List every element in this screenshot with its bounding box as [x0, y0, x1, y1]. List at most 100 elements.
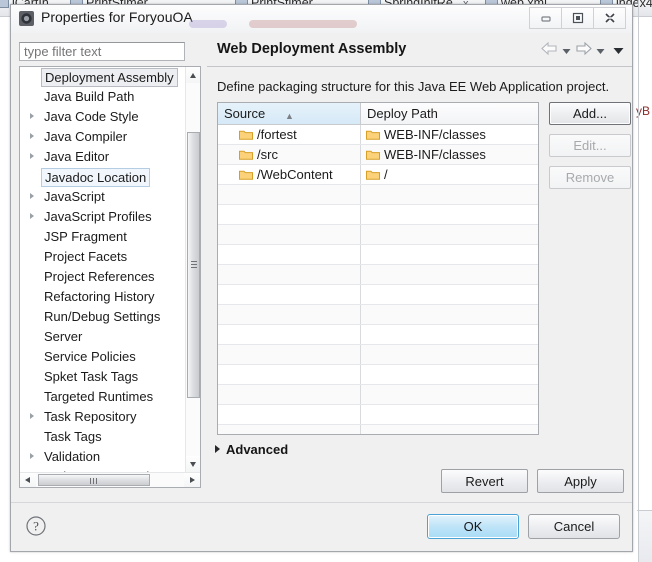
scrollbar-thumb[interactable] — [38, 474, 150, 486]
sidebar-item-spket-task-tags[interactable]: Spket Task Tags — [20, 367, 186, 387]
background-scrollbar[interactable] — [639, 511, 652, 562]
minimize-button[interactable] — [529, 7, 562, 29]
maximize-button[interactable] — [561, 7, 594, 29]
help-question-icon[interactable]: ? — [25, 515, 47, 537]
expand-triangle-icon[interactable] — [30, 193, 34, 199]
cell-deploy-path — [361, 345, 538, 365]
expand-triangle-icon[interactable] — [30, 153, 34, 159]
sidebar-item-java-compiler[interactable]: Java Compiler — [20, 127, 186, 147]
expand-triangle-icon[interactable] — [30, 413, 34, 419]
table-row-empty[interactable] — [218, 265, 538, 285]
table-row-empty[interactable] — [218, 205, 538, 225]
back-history-chevron-down-icon[interactable] — [562, 43, 571, 58]
scroll-right-arrow-icon[interactable] — [184, 473, 200, 487]
table-row-empty[interactable] — [218, 245, 538, 265]
dialog-footer: ? OK Cancel — [11, 502, 632, 551]
sidebar-item-deployment-assembly[interactable]: Deployment Assembly — [20, 67, 186, 87]
minimize-icon — [540, 16, 551, 22]
sidebar-item-task-repository[interactable]: Task Repository — [20, 407, 186, 427]
table-row-empty[interactable] — [218, 185, 538, 205]
table-row-empty[interactable] — [218, 225, 538, 245]
cell-deploy-path — [361, 245, 538, 265]
sidebar-item-label: Server — [44, 329, 83, 344]
apply-button[interactable]: Apply — [537, 469, 624, 493]
table-row[interactable]: /fortest WEB-INF/classes — [218, 125, 538, 145]
table-row[interactable]: /src WEB-INF/classes — [218, 145, 538, 165]
scroll-up-arrow-icon[interactable] — [186, 67, 200, 83]
close-button[interactable] — [593, 7, 626, 29]
cell-source — [218, 205, 361, 225]
add-button[interactable]: Add... — [549, 102, 631, 125]
cell-source — [218, 325, 361, 345]
expand-triangle-icon[interactable] — [30, 213, 34, 219]
view-menu-chevron-down-icon[interactable] — [613, 43, 624, 58]
scroll-down-arrow-icon[interactable] — [186, 456, 200, 472]
column-header-label: Deploy Path — [367, 106, 438, 121]
sidebar-item-label: Refactoring History — [44, 289, 155, 304]
scrollbar-thumb[interactable] — [187, 132, 200, 398]
sidebar-item-javascript-profiles[interactable]: JavaScript Profiles — [20, 207, 186, 227]
settings-tree[interactable]: Deployment Assembly Java Build Path Java C… — [20, 67, 186, 472]
remove-button[interactable]: Remove — [549, 166, 631, 189]
sidebar-item-java-editor[interactable]: Java Editor — [20, 147, 186, 167]
ok-button[interactable]: OK — [427, 514, 519, 539]
sidebar-item-label: Service Policies — [44, 349, 136, 364]
cell-deploy-path — [361, 405, 538, 425]
expand-triangle-icon[interactable] — [30, 133, 34, 139]
forward-arrow-icon[interactable] — [575, 41, 592, 58]
sidebar-item-service-policies[interactable]: Service Policies — [20, 347, 186, 367]
table-row[interactable]: /WebContent / — [218, 165, 538, 185]
table-row-empty[interactable] — [218, 365, 538, 385]
sidebar-item-javadoc-location[interactable]: Javadoc Location — [20, 167, 186, 187]
sidebar-item-javascript[interactable]: JavaScript — [20, 187, 186, 207]
properties-icon — [18, 10, 35, 27]
column-header-deploy-path[interactable]: Deploy Path — [361, 103, 538, 124]
sidebar-item-run-debug-settings[interactable]: Run/Debug Settings — [20, 307, 186, 327]
advanced-section-toggle[interactable]: Advanced — [215, 442, 288, 457]
cell-source: /src — [218, 145, 361, 165]
table-row-empty[interactable] — [218, 285, 538, 305]
tree-horizontal-scrollbar[interactable] — [20, 472, 200, 487]
table-action-buttons: Add... Edit... Remove — [549, 102, 631, 198]
tree-vertical-scrollbar[interactable] — [185, 67, 200, 472]
sidebar-item-project-facets[interactable]: Project Facets — [20, 247, 186, 267]
back-arrow-icon[interactable] — [541, 41, 558, 58]
forward-history-chevron-down-icon[interactable] — [596, 43, 605, 58]
sidebar-item-label: Validation — [44, 449, 101, 464]
table-row-empty[interactable] — [218, 305, 538, 325]
expand-triangle-icon[interactable] — [30, 453, 34, 459]
sidebar-item-server[interactable]: Server — [20, 327, 186, 347]
deployment-assembly-table[interactable]: Source ▲ Deploy Path /fortest WEB-INF/cla… — [217, 102, 539, 435]
cell-source — [218, 285, 361, 305]
table-row-empty[interactable] — [218, 405, 538, 425]
sidebar-item-java-code-style[interactable]: Java Code Style — [20, 107, 186, 127]
source-path: /src — [257, 147, 278, 162]
cell-deploy-path — [361, 365, 538, 385]
sidebar-item-label: Java Build Path — [44, 89, 135, 104]
edit-button[interactable]: Edit... — [549, 134, 631, 157]
table-row-empty[interactable] — [218, 345, 538, 365]
scroll-left-arrow-icon[interactable] — [20, 473, 36, 487]
sidebar-item-java-build-path[interactable]: Java Build Path — [20, 87, 186, 107]
sidebar-item-validation[interactable]: Validation — [20, 447, 186, 467]
revert-button[interactable]: Revert — [441, 469, 528, 493]
table-row-empty[interactable] — [218, 385, 538, 405]
cell-deploy-path — [361, 185, 538, 205]
maximize-icon — [572, 12, 583, 24]
filter-input[interactable] — [19, 42, 185, 61]
column-header-label: Source — [224, 106, 266, 121]
file-icon — [0, 0, 9, 8]
sidebar-item-label: Java Compiler — [44, 129, 128, 144]
table-row-empty[interactable] — [218, 425, 538, 434]
sidebar-item-project-references[interactable]: Project References — [20, 267, 186, 287]
cancel-button[interactable]: Cancel — [528, 514, 620, 539]
expand-triangle-icon[interactable] — [30, 113, 34, 119]
cell-source — [218, 345, 361, 365]
sidebar-item-targeted-runtimes[interactable]: Targeted Runtimes — [20, 387, 186, 407]
sidebar-item-refactoring-history[interactable]: Refactoring History — [20, 287, 186, 307]
settings-tree-panel: Deployment Assembly Java Build Path Java C… — [19, 66, 201, 488]
column-header-source[interactable]: Source ▲ — [218, 103, 361, 124]
table-row-empty[interactable] — [218, 325, 538, 345]
sidebar-item-jsp-fragment[interactable]: JSP Fragment — [20, 227, 186, 247]
sidebar-item-task-tags[interactable]: Task Tags — [20, 427, 186, 447]
